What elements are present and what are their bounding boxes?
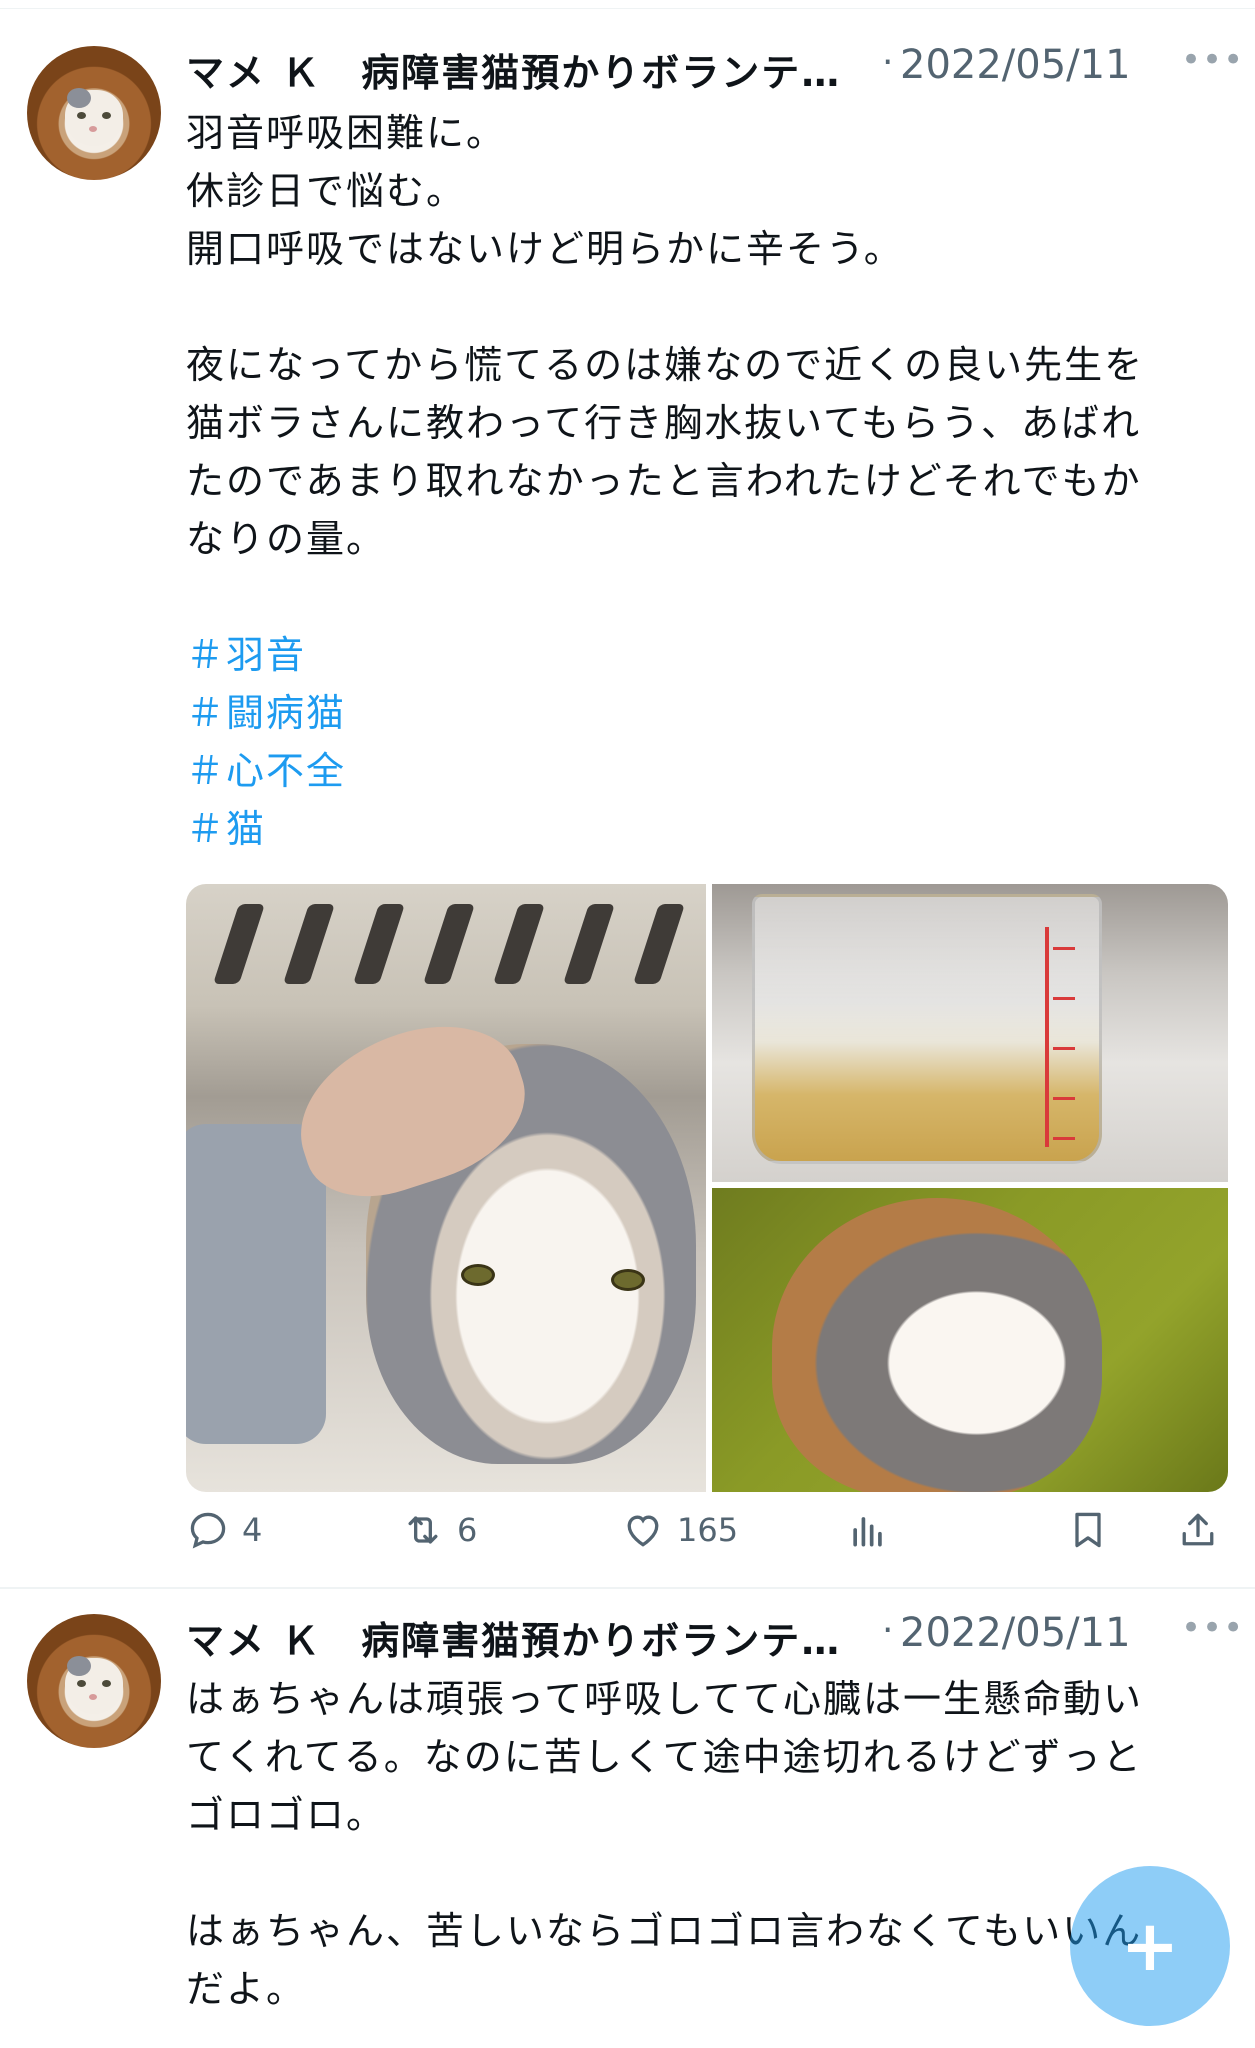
- top-divider: [0, 8, 1255, 9]
- text-line: 猫ボラさんに教わって行き胸水抜いてもらう、あばれ: [186, 401, 1142, 445]
- more-icon[interactable]: •••: [1181, 1608, 1244, 1648]
- tweet-header: マメ Ｋ 病障害猫預かりボランテ… · 2022/05/11 •••: [186, 1608, 1244, 1666]
- views-button[interactable]: [846, 1500, 890, 1560]
- text-line: はぁちゃんは頑張って呼吸してて心臓は一生懸命動い: [186, 1677, 1143, 1721]
- views-icon: [853, 1517, 882, 1547]
- tweet-text: はぁちゃんは頑張って呼吸してて心臓は一生懸命動い てくれてる。なのに苦しくて途中…: [186, 1670, 1226, 2018]
- text-line: 羽音呼吸困難に。: [186, 111, 507, 155]
- tweet[interactable]: マメ Ｋ 病障害猫預かりボランテ… · 2022/05/11 ••• はぁちゃん…: [0, 1590, 1255, 2048]
- hashtag-link[interactable]: ＃羽音: [186, 626, 1226, 684]
- retweet-icon: [408, 1516, 438, 1544]
- like-count: 165: [677, 1511, 739, 1549]
- author-name[interactable]: マメ Ｋ 病障害猫預かりボランテ…: [186, 1610, 886, 1665]
- share-button[interactable]: [1176, 1500, 1220, 1560]
- like-button[interactable]: 165: [621, 1500, 738, 1560]
- text-line: 夜になってから慌てるのは嫌なので近くの良い先生を: [186, 343, 1145, 387]
- author-name[interactable]: マメ Ｋ 病障害猫預かりボランテ…: [186, 42, 886, 97]
- tweet[interactable]: マメ Ｋ 病障害猫預かりボランテ… · 2022/05/11 ••• 羽音呼吸困…: [0, 22, 1255, 1587]
- text-line: だよ。: [186, 1967, 307, 2011]
- bookmark-icon: [1075, 1512, 1101, 1548]
- tweet-divider: [0, 1587, 1255, 1589]
- text-line: 開口呼吸ではないけど明らかに辛そう。: [186, 227, 904, 271]
- text-line: たのであまり取れなかったと言われたけどそれでもか: [186, 459, 1142, 503]
- measuring-cup-photo[interactable]: [712, 884, 1228, 1182]
- reply-icon: [190, 1512, 226, 1549]
- text-line: てくれてる。なのに苦しくて途中途切れるけどずっと: [186, 1735, 1143, 1779]
- compose-icon: +: [1120, 1905, 1180, 1987]
- header-separator: ·: [882, 42, 894, 83]
- reply-button[interactable]: 4: [186, 1500, 262, 1560]
- like-icon: [627, 1515, 659, 1547]
- retweet-count: 6: [457, 1511, 478, 1549]
- reply-count: 4: [242, 1511, 263, 1549]
- avatar[interactable]: [27, 1614, 161, 1748]
- bookmark-button[interactable]: [1066, 1500, 1110, 1560]
- text-line: なりの量。: [186, 517, 387, 561]
- retweet-button[interactable]: 6: [401, 1500, 477, 1560]
- tweet-date[interactable]: 2022/05/11: [900, 1610, 1131, 1656]
- share-icon: [1182, 1513, 1214, 1546]
- tweet-header: マメ Ｋ 病障害猫預かりボランテ… · 2022/05/11 •••: [186, 40, 1244, 98]
- tweet-date[interactable]: 2022/05/11: [900, 42, 1131, 88]
- text-line: 休診日で悩む。: [186, 169, 467, 213]
- hashtag-link[interactable]: ＃猫: [186, 800, 1226, 858]
- tweet-actions: 4 6 165: [186, 1500, 1228, 1560]
- text-line: ゴロゴロ。: [186, 1793, 387, 1837]
- hashtag-link[interactable]: ＃心不全: [186, 742, 1226, 800]
- media-grid: [186, 884, 1228, 1492]
- header-separator: ·: [882, 1610, 894, 1651]
- more-icon[interactable]: •••: [1181, 40, 1244, 80]
- compose-button[interactable]: +: [1070, 1866, 1230, 2026]
- cat-in-carrier-photo[interactable]: [186, 884, 706, 1492]
- cat-on-blanket-photo[interactable]: [712, 1188, 1228, 1492]
- avatar[interactable]: [27, 46, 161, 180]
- hashtag-link[interactable]: ＃闘病猫: [186, 684, 1226, 742]
- tweet-text: 羽音呼吸困難に。 休診日で悩む。 開口呼吸ではないけど明らかに辛そう。 夜になっ…: [186, 104, 1226, 858]
